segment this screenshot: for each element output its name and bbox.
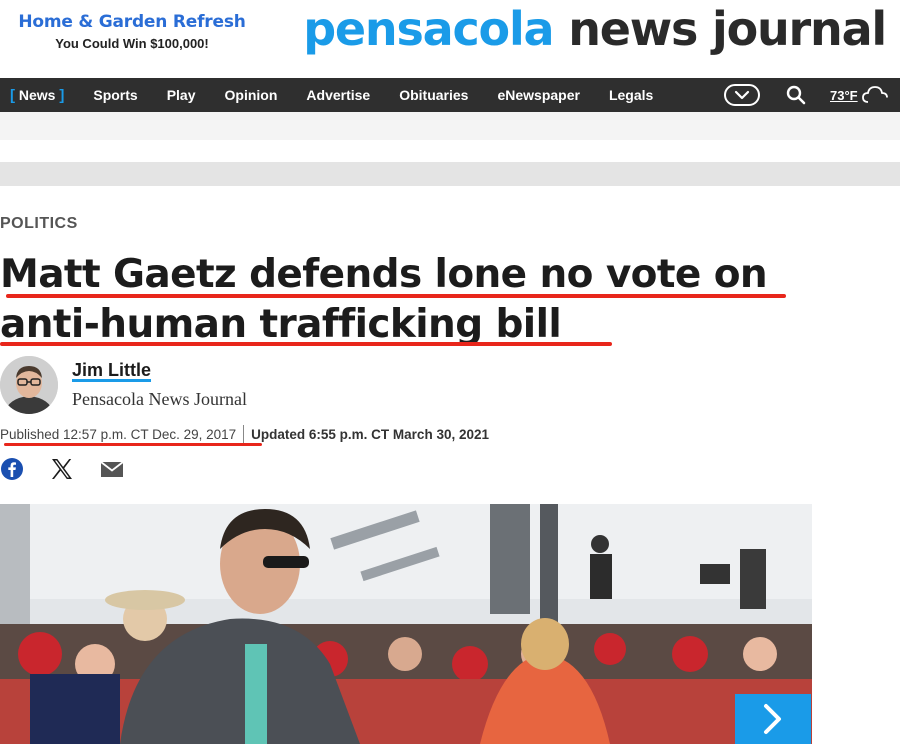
promo-subtitle[interactable]: You Could Win $100,000! <box>14 36 250 51</box>
site-logo[interactable]: pensacola news journal <box>303 2 887 56</box>
avatar[interactable] <box>0 356 58 414</box>
promo-ad[interactable]: Home & Garden Refresh You Could Win $100… <box>14 12 250 51</box>
author-organization: Pensacola News Journal <box>72 389 247 409</box>
email-icon[interactable] <box>100 457 124 481</box>
search-icon[interactable] <box>786 85 806 105</box>
facebook-icon[interactable] <box>0 457 24 481</box>
article-dates: Published 12:57 p.m. CT Dec. 29, 2017 Up… <box>0 425 489 443</box>
active-bracket-right: ] <box>59 86 65 104</box>
date-divider <box>243 425 245 443</box>
logo-part-news-journal: news journal <box>553 2 887 56</box>
chevron-right-icon <box>764 704 781 734</box>
ad-slot-band <box>0 162 900 186</box>
promo-title[interactable]: Home & Garden Refresh <box>14 12 250 32</box>
chevron-down-icon[interactable] <box>724 84 760 106</box>
author-name[interactable]: Jim Little <box>72 360 151 381</box>
rally-photo <box>0 504 812 744</box>
top-banner: Home & Garden Refresh You Could Win $100… <box>0 0 900 78</box>
nav-item-legals[interactable]: Legals <box>609 87 653 103</box>
nav-tools: 73°F <box>724 78 888 112</box>
page-title: Matt Gaetz defends lone no vote on anti-… <box>0 252 768 347</box>
article-photo[interactable] <box>0 504 812 744</box>
nav-item-enewspaper[interactable]: eNewspaper <box>497 87 579 103</box>
section-label[interactable]: POLITICS <box>0 215 78 233</box>
ad-slot-top <box>0 112 900 140</box>
logo-part-pensacola: pensacola <box>303 2 554 56</box>
nav-item-label: News <box>18 86 56 103</box>
active-bracket-left: [ <box>10 86 15 104</box>
weather-temperature[interactable]: 73°F <box>830 88 858 103</box>
published-date: Published 12:57 p.m. CT Dec. 29, 2017 <box>0 426 237 442</box>
annotation-underline-2 <box>0 342 612 346</box>
nav-item-news[interactable]: [ News ] <box>10 87 64 104</box>
share-bar <box>0 457 150 481</box>
cloud-icon[interactable] <box>861 85 888 105</box>
next-photo-button[interactable] <box>735 694 811 744</box>
nav-item-advertise[interactable]: Advertise <box>306 87 370 103</box>
annotation-underline-1 <box>6 294 786 298</box>
updated-date: Updated 6:55 p.m. CT March 30, 2021 <box>251 426 489 442</box>
avatar-portrait <box>0 356 58 414</box>
main-nav: [ News ] Sports Play Opinion Advertise O… <box>0 78 900 112</box>
nav-item-obituaries[interactable]: Obituaries <box>399 87 468 103</box>
nav-item-sports[interactable]: Sports <box>93 87 137 103</box>
annotation-underline-date <box>4 443 262 446</box>
nav-item-play[interactable]: Play <box>167 87 196 103</box>
nav-item-opinion[interactable]: Opinion <box>225 87 278 103</box>
x-icon[interactable] <box>50 457 74 481</box>
